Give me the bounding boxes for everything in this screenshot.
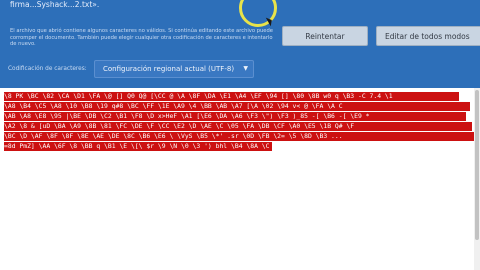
edit-anyway-button[interactable]: Editar de todos modos <box>376 26 480 46</box>
text-line: \BC \D \AF \8F \8F \8E \AE \DE \8C \B6 \… <box>4 132 474 141</box>
chevron-down-icon: ▼ <box>243 65 248 72</box>
encoding-label: Codificación de caracteres: <box>8 66 87 72</box>
infobar-message: El archivo que abrió contiene algunos ca… <box>10 28 273 48</box>
retry-button[interactable]: Reintentar <box>282 26 368 46</box>
text-line: \A8 \B4 \C5 \A8 \10 \B8 \19 q#8 \BC \FF … <box>4 102 470 111</box>
text-line: \A2 \8 & [uD \BA \A9 \8B \81 \FC \DE \F … <box>4 122 472 131</box>
text-line: \8 PK \BC \82 \CA \D1 \FA \@ [] Q0 Q@ [\… <box>4 92 459 101</box>
scrollbar[interactable] <box>474 88 480 270</box>
text-editor[interactable]: \8 PK \BC \82 \CA \D1 \FA \@ [] Q0 Q@ [\… <box>0 88 480 270</box>
infobar-title: firma...Syshack...2.txt». <box>10 0 100 9</box>
encoding-value: Configuración regional actual (UTF-8) <box>103 65 235 73</box>
scrollbar-thumb[interactable] <box>475 90 479 240</box>
text-line: =8d PmZ] \AA \6F \8 \BB q \B1 \E \[\ $r … <box>4 142 272 151</box>
encoding-select[interactable]: Configuración regional actual (UTF-8) ▼ <box>94 60 254 78</box>
text-line: \AB \A8 \E8 \95 |\BE \DB \C2 \B1 \F8 \D … <box>4 112 466 121</box>
